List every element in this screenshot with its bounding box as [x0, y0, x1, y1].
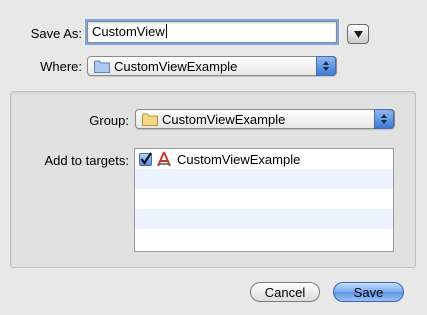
- where-popup[interactable]: CustomViewExample: [87, 56, 337, 76]
- save-button[interactable]: Save: [333, 282, 404, 302]
- list-row-empty: [135, 189, 393, 209]
- target-label: CustomViewExample: [177, 151, 301, 167]
- folder-icon: [142, 113, 158, 126]
- group-popup[interactable]: CustomViewExample: [135, 109, 395, 129]
- group-selected: CustomViewExample: [162, 111, 286, 127]
- targets-list[interactable]: CustomViewExample: [134, 148, 394, 252]
- text-caret: [165, 24, 167, 38]
- popup-arrows-icon: [374, 109, 394, 129]
- list-row-empty: [135, 209, 393, 229]
- popup-arrows-icon: [316, 56, 336, 76]
- save-as-label: Save As:: [30, 26, 82, 41]
- target-row[interactable]: CustomViewExample: [135, 149, 393, 169]
- expand-button[interactable]: [347, 24, 369, 44]
- triangle-down-icon: [353, 30, 363, 38]
- where-label: Where:: [40, 59, 82, 74]
- save-as-value: CustomView: [92, 24, 165, 39]
- where-selected: CustomViewExample: [114, 58, 238, 74]
- save-as-field[interactable]: CustomView: [85, 19, 339, 45]
- target-checkbox[interactable]: [139, 151, 152, 166]
- cancel-button[interactable]: Cancel: [250, 282, 320, 302]
- app-target-icon: [157, 151, 171, 167]
- list-row-empty: [135, 229, 393, 249]
- folder-icon: [94, 60, 110, 73]
- checkmark-icon: [140, 151, 152, 165]
- targets-label: Add to targets:: [44, 153, 129, 168]
- group-label: Group:: [89, 113, 129, 128]
- list-row-empty: [135, 169, 393, 189]
